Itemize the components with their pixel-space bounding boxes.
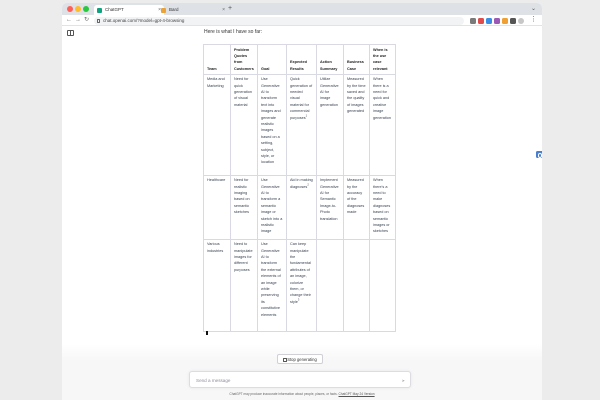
column-header: Expected Results xyxy=(286,44,317,75)
new-tab-button[interactable]: + xyxy=(228,4,232,14)
table-cell xyxy=(316,238,344,332)
extension-icon[interactable] xyxy=(486,17,492,24)
maximize-window-button[interactable] xyxy=(83,6,89,12)
table-cell: Can keep manipulate the fundamental attr… xyxy=(286,238,317,332)
citation-marker[interactable]: 2 xyxy=(307,183,308,186)
side-extension-icon[interactable] xyxy=(536,151,542,158)
tab-chatgpt[interactable]: ChatGPT × xyxy=(94,5,164,15)
cell-text: Quick generation of needed visual materi… xyxy=(290,77,313,120)
citation-marker[interactable]: 1 xyxy=(306,114,307,117)
extension-icon[interactable] xyxy=(494,17,500,24)
table-cell: Utilize Generative AI for image generati… xyxy=(316,73,344,176)
puzzle-icon[interactable] xyxy=(510,17,516,24)
table-header-row: Team Problem Quotes from Customers Goal … xyxy=(203,44,396,75)
browser-menu-icon[interactable]: ⋮ xyxy=(530,15,537,25)
table-cell: Measured by the accuracy of the diagnose… xyxy=(343,174,370,240)
assistant-intro: Here is what I have so far: xyxy=(204,29,263,35)
column-header: Action Summary xyxy=(316,44,344,75)
back-button[interactable]: ← xyxy=(66,16,72,25)
table-cell: Measured by the time saved and the quali… xyxy=(343,73,370,176)
disclaimer: ChatGPT may produce inaccurate informati… xyxy=(62,392,542,396)
table-cell: Need for quick generation of visual mate… xyxy=(230,73,258,176)
url-text: chat.openai.com/?model=gpt-4-browsing xyxy=(103,17,185,23)
table-cell xyxy=(343,238,370,332)
cell-text: Aid in making diagnoses xyxy=(290,178,313,189)
table-row: Various industries Need to manipulate im… xyxy=(203,238,396,332)
address-bar[interactable]: chat.openai.com/?model=gpt-4-browsing xyxy=(94,16,464,25)
table-cell: Healthcare xyxy=(203,174,231,240)
tab-title: Bard xyxy=(169,7,179,12)
table-cell: Need for realistic imaging based on sema… xyxy=(230,174,258,240)
table-cell: Aid in making diagnoses2 xyxy=(286,174,317,240)
table-cell: Use Generative AI to transform a semanti… xyxy=(257,174,287,240)
streaming-cursor xyxy=(206,331,208,335)
close-tab-icon[interactable]: × xyxy=(222,5,225,15)
chatgpt-favicon-icon xyxy=(97,7,102,13)
table-cell: Various industries xyxy=(203,238,231,332)
table-cell: Use Generative AI to transform text into… xyxy=(257,73,287,176)
version-link[interactable]: ChatGPT May 24 Version xyxy=(339,392,375,396)
disclaimer-text: ChatGPT may produce inaccurate informati… xyxy=(229,392,338,396)
profile-avatar[interactable] xyxy=(518,17,524,24)
extension-icon[interactable] xyxy=(470,17,476,24)
reload-button[interactable]: ↻ xyxy=(84,16,89,25)
send-icon[interactable]: ➤ xyxy=(402,378,405,383)
close-window-button[interactable] xyxy=(67,6,73,12)
browser-toolbar: ← → ↻ chat.openai.com/?model=gpt-4-brows… xyxy=(62,15,542,26)
table-cell xyxy=(369,238,396,332)
tab-search-icon[interactable]: ⌄ xyxy=(531,4,536,14)
table-cell: Need to manipulate images for different … xyxy=(230,238,258,332)
lock-icon xyxy=(97,18,100,23)
extension-icon[interactable] xyxy=(478,17,484,24)
column-header: Team xyxy=(203,44,231,75)
table-cell: Use Generative AI to transform the exter… xyxy=(257,238,287,332)
table-cell: Quick generation of needed visual materi… xyxy=(286,73,317,176)
tab-bard[interactable]: Bard × xyxy=(158,5,228,15)
column-header: When is the use case relevant xyxy=(369,44,396,75)
table-cell: When there is a need for quick and creat… xyxy=(369,73,396,176)
bard-favicon-icon xyxy=(161,7,166,13)
table-row: Media and Marketing Need for quick gener… xyxy=(203,73,396,176)
stop-generating-button[interactable]: Stop generating xyxy=(277,354,323,364)
column-header: Goal xyxy=(257,44,287,75)
column-header: Problem Quotes from Customers xyxy=(230,44,258,75)
tab-strip: ChatGPT × Bard × + ⌄ xyxy=(62,3,542,15)
extension-icon[interactable] xyxy=(502,17,508,24)
browser-window: ChatGPT × Bard × + ⌄ ← → ↻ chat.openai.c… xyxy=(62,3,542,400)
forward-button[interactable]: → xyxy=(75,16,81,25)
stop-generating-label: Stop generating xyxy=(287,357,317,362)
message-input[interactable] xyxy=(196,375,396,385)
stop-square-icon xyxy=(283,358,287,362)
tab-title: ChatGPT xyxy=(105,7,124,12)
table-row: Healthcare Need for realistic imaging ba… xyxy=(203,174,396,240)
table-cell: Media and Marketing xyxy=(203,73,231,176)
table-cell: Implement Generative AI for Semantic Ima… xyxy=(316,174,344,240)
use-case-table: Team Problem Quotes from Customers Goal … xyxy=(203,44,396,332)
column-header: Business Case xyxy=(343,44,370,75)
cell-text: Can keep manipulate the fundamental attr… xyxy=(290,242,311,304)
citation-marker[interactable]: 3 xyxy=(298,299,299,302)
message-composer: ➤ xyxy=(189,371,411,388)
chat-page: Here is what I have so far: Team Problem… xyxy=(62,26,542,400)
minimize-window-button[interactable] xyxy=(75,6,81,12)
table-cell: When there's a need to make diagnoses ba… xyxy=(369,174,396,240)
sidebar-toggle-icon[interactable] xyxy=(67,30,74,36)
